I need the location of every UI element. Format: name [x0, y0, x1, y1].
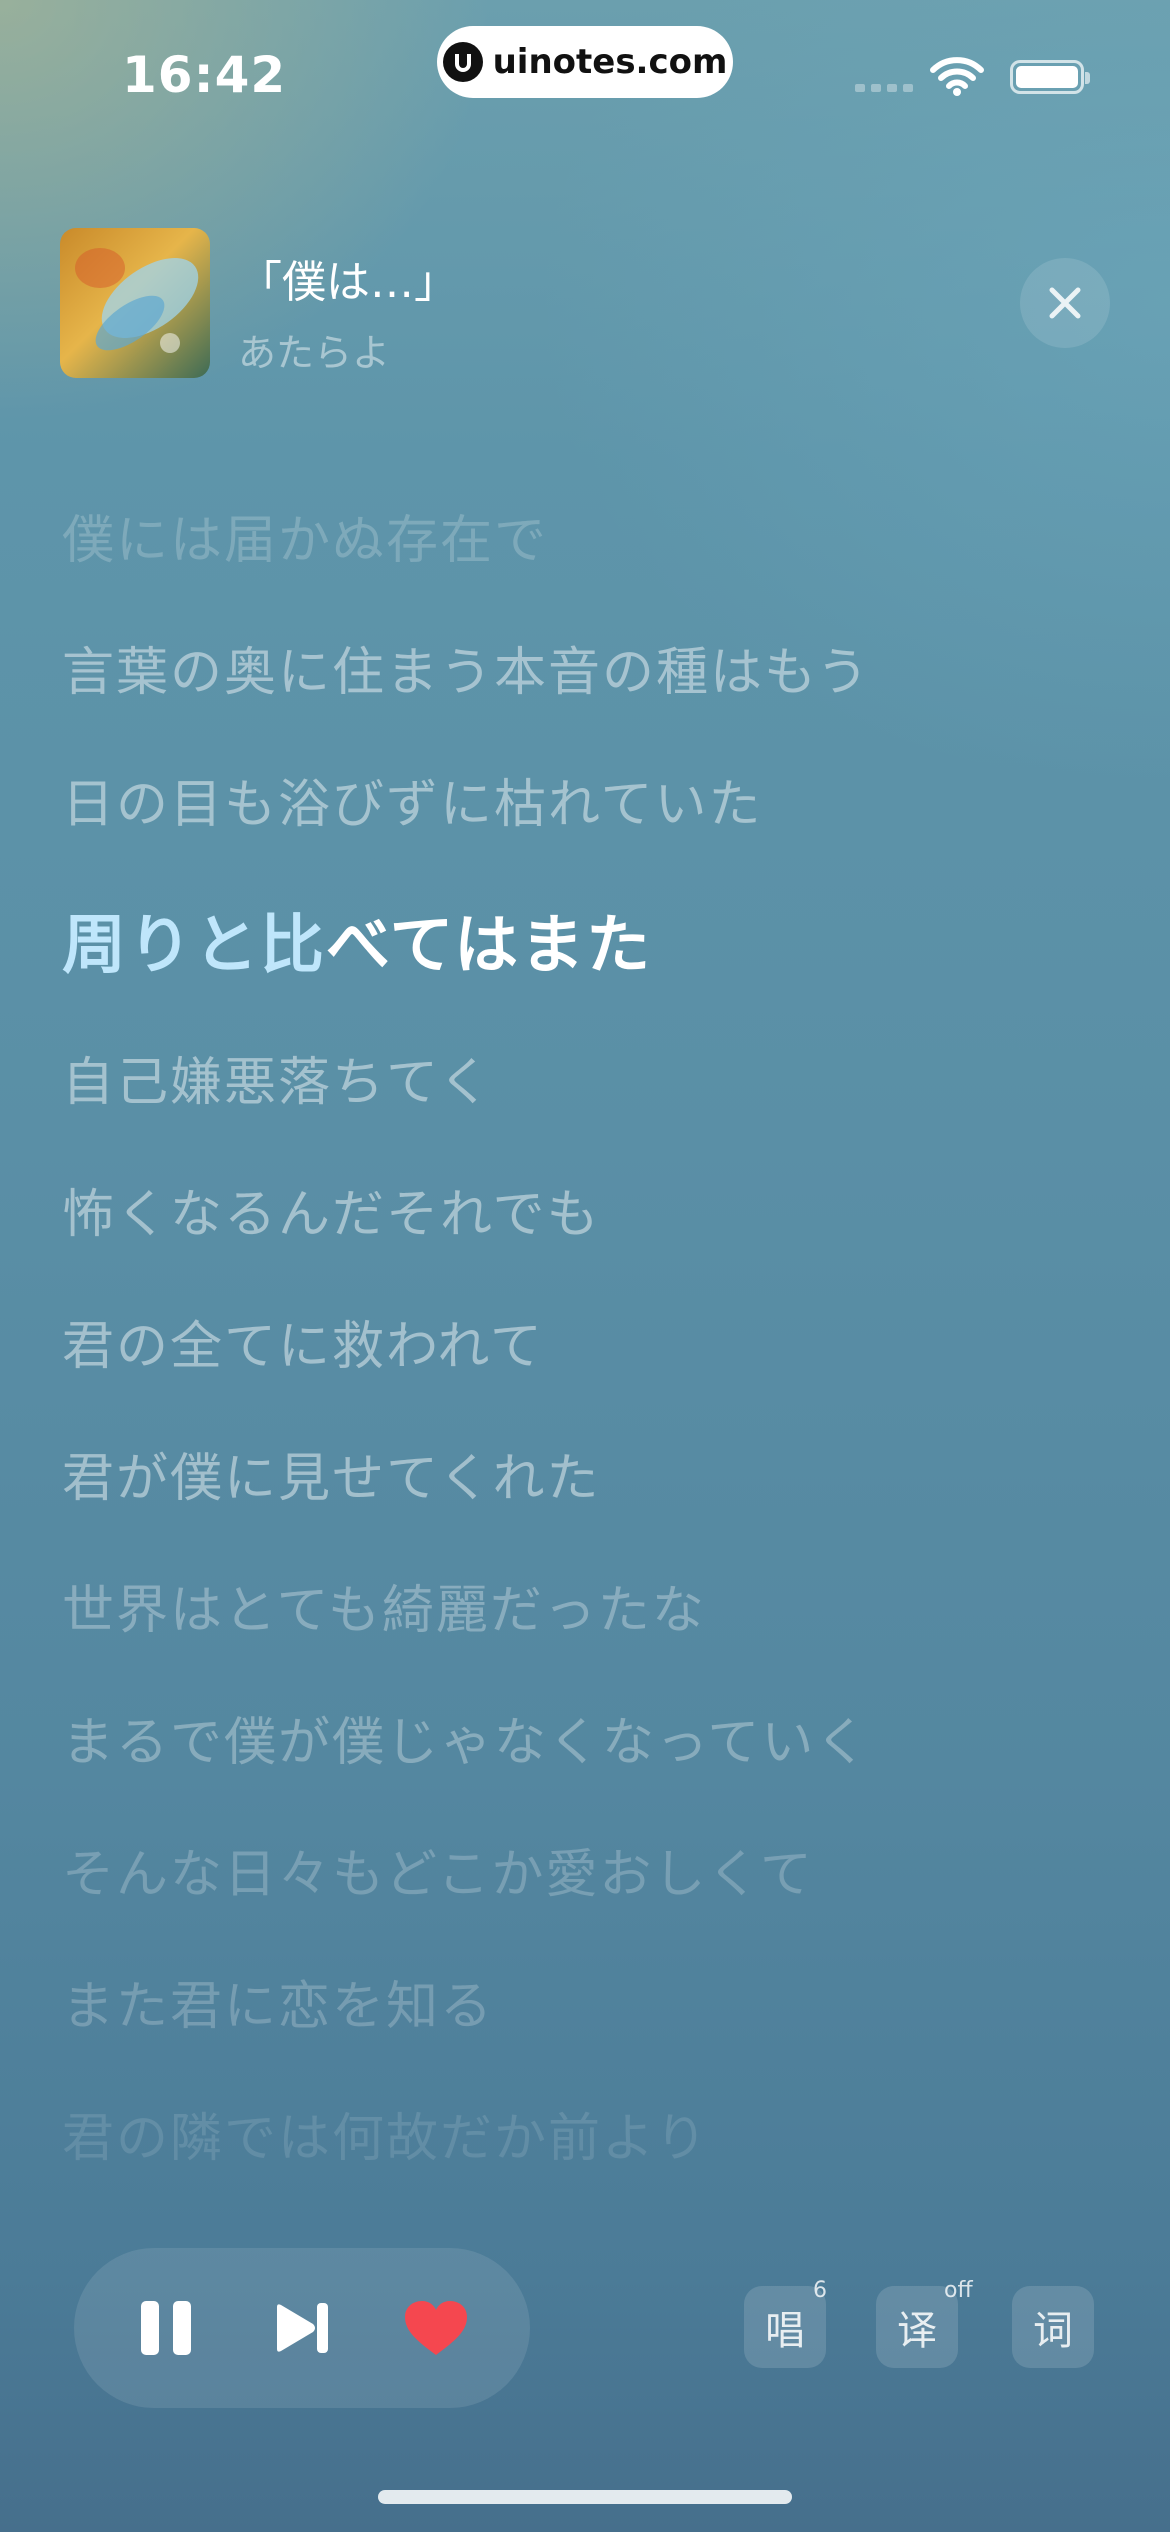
album-cover[interactable]	[60, 228, 210, 378]
watermark-pill: uinotes.com	[437, 26, 733, 98]
lyric-line[interactable]: 君の隣では何故だか前より	[62, 2096, 709, 2171]
current-lyric-unsung: べてはまた	[326, 909, 653, 983]
battery-icon	[1010, 60, 1090, 94]
lyric-line[interactable]: まるで僕が僕じゃなくなっていく	[62, 1700, 869, 1775]
next-track-button[interactable]	[242, 2248, 362, 2408]
lyrics-label: 词	[1033, 2308, 1073, 2354]
track-artist[interactable]: あたらよ	[238, 322, 390, 377]
pause-button[interactable]	[106, 2248, 226, 2408]
current-lyric-sung: 周りと比	[62, 909, 326, 983]
current-lyric-line[interactable]: 周りと比べてはまた	[62, 894, 652, 986]
lyric-line[interactable]: そんな日々もどこか愛おしくて	[62, 1832, 814, 1907]
sing-count-badge: 6	[813, 2278, 827, 2303]
sing-label: 唱	[765, 2308, 805, 2354]
watermark-logo-icon	[442, 42, 483, 82]
close-button[interactable]	[1020, 258, 1110, 348]
watermark-text: uinotes.com	[492, 42, 728, 82]
status-time: 16:42	[122, 46, 287, 104]
translate-label: 译	[897, 2308, 937, 2354]
wifi-icon	[930, 57, 984, 96]
close-icon	[1049, 287, 1081, 319]
like-button[interactable]	[376, 2248, 496, 2408]
pause-icon	[141, 2301, 191, 2355]
heart-icon	[405, 2301, 467, 2355]
next-track-icon	[277, 2303, 328, 2353]
lyric-line[interactable]: 言葉の奥に住まう本音の種はもう	[62, 630, 870, 705]
cellular-signal-icon	[855, 84, 913, 92]
playback-controls	[74, 2248, 530, 2408]
lyric-line[interactable]: 君が僕に見せてくれた	[62, 1436, 600, 1511]
track-title: 「僕は…」	[238, 257, 458, 308]
translate-state-badge: off	[944, 2278, 973, 2303]
lyric-line[interactable]: 君の全てに救われて	[62, 1304, 544, 1379]
lyric-line[interactable]: また君に恋を知る	[62, 1964, 494, 2039]
lyric-line[interactable]: 日の目も浴びずに枯れていた	[62, 762, 762, 837]
home-indicator[interactable]	[378, 2490, 792, 2504]
lyrics-button[interactable]: 词	[1012, 2286, 1094, 2368]
lyric-line[interactable]: 世界はとても綺麗だったな	[62, 1568, 706, 1643]
lyric-line[interactable]: 怖くなるんだそれでも	[62, 1172, 600, 1247]
lyric-line[interactable]: 自己嫌悪落ちてく	[62, 1040, 492, 1115]
status-bar: 16:42 uinotes.com	[0, 0, 1170, 150]
lyric-line[interactable]: 僕には届かぬ存在で	[62, 498, 548, 573]
